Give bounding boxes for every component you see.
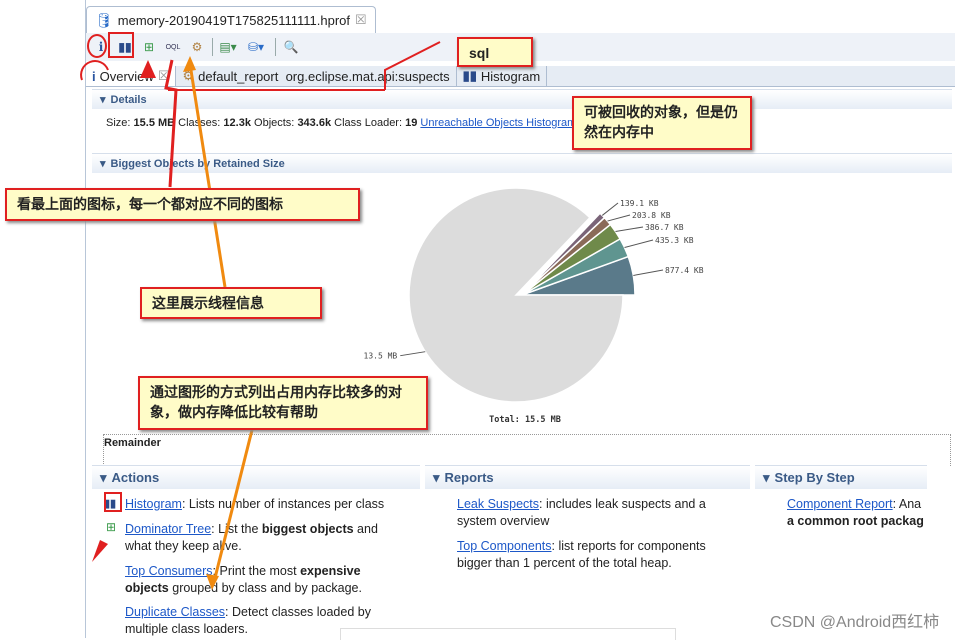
action-histogram: Histogram: Lists number of instances per… xyxy=(125,497,385,511)
collapse-icon: ▾ xyxy=(100,469,107,485)
leader-line xyxy=(633,269,664,276)
collapse-icon: ▾ xyxy=(433,469,440,485)
leader-line xyxy=(615,226,644,233)
slice-label: 13.5 MB xyxy=(364,352,398,361)
annotation-chart: 通过图形的方式列出占用内存比较多的对象，做内存降低比较有帮助 xyxy=(138,376,428,430)
dominator-tree-icon: ⊞ xyxy=(106,520,117,534)
slice-label: 435.3 KB xyxy=(655,236,694,245)
leader-line xyxy=(400,351,426,357)
annotation-threads: 这里展示线程信息 xyxy=(140,287,322,319)
highlight-histogram-action xyxy=(104,492,122,512)
action-top-consumers: Top Consumers: Print the most expensive … xyxy=(125,564,362,595)
slice-label: 877.4 KB xyxy=(665,266,704,275)
pie-total: Total: 15.5 MB xyxy=(489,415,561,425)
slice-label: 139.1 KB xyxy=(620,199,659,208)
leader-line xyxy=(607,214,631,222)
slice-label: 203.8 KB xyxy=(632,211,671,220)
annotation-unreachable: 可被回收的对象，但是仍然在内存中 xyxy=(572,96,752,150)
reports-header[interactable]: ▾ Reports xyxy=(425,465,750,489)
remainder-box: Remainder xyxy=(103,434,951,466)
step-component-report: Component Report: Ana a common root packa… xyxy=(787,497,924,528)
leader-line xyxy=(624,239,654,249)
annotation-sql: sql xyxy=(457,37,533,67)
watermark: CSDN @Android西红柿 xyxy=(770,614,940,631)
highlight-info xyxy=(87,34,107,58)
leader-line xyxy=(601,202,619,216)
report-top-components: Top Components: list reports for compone… xyxy=(457,539,706,570)
step-by-step-header[interactable]: ▾ Step By Step xyxy=(755,465,927,489)
slice-label: 386.7 KB xyxy=(645,223,684,232)
report-leak-suspects: Leak Suspects: includes leak suspects an… xyxy=(457,497,706,528)
action-dominator-tree: Dominator Tree: List the biggest objects… xyxy=(125,522,378,553)
popup-edge xyxy=(340,628,676,640)
highlight-histogram xyxy=(108,32,134,58)
pie-slice[interactable] xyxy=(408,187,624,403)
annotation-icons: 看最上面的图标，每一个都对应不同的图标 xyxy=(5,188,360,221)
collapse-icon: ▾ xyxy=(763,469,770,485)
actions-header[interactable]: ▾ Actions xyxy=(92,465,420,489)
